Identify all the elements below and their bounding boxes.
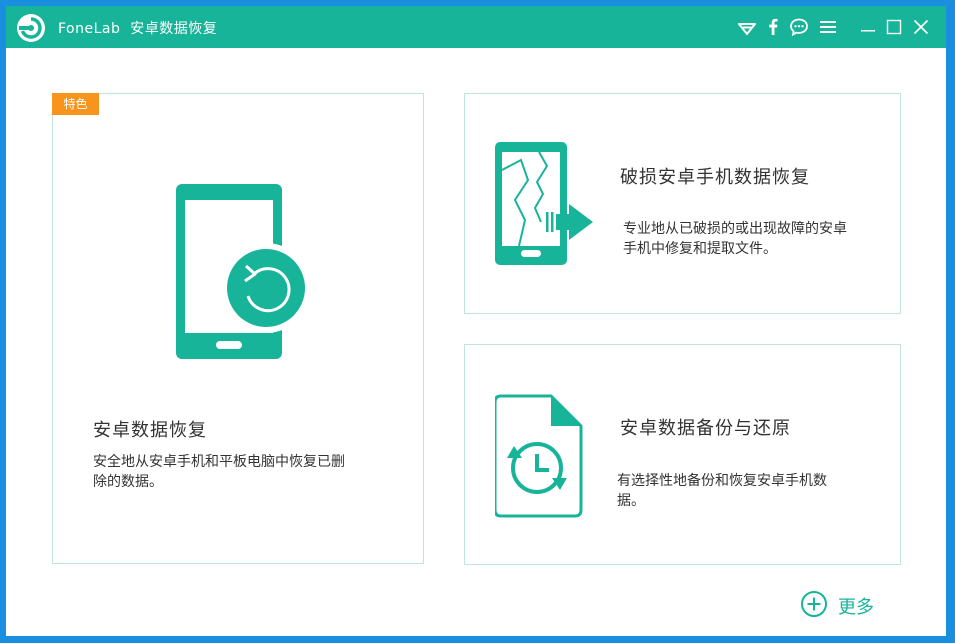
plus-circle-icon xyxy=(801,591,827,617)
android-backup-restore-card[interactable]: 安卓数据备份与还原 有选择性地备份和恢复安卓手机数 据。 xyxy=(464,344,901,565)
card-description: 专业地从已破损的或出现故障的安卓 手机中修复和提取文件。 xyxy=(623,219,847,259)
close-icon[interactable] xyxy=(911,17,931,37)
title-bar: FoneLab 安卓数据恢复 xyxy=(6,6,946,48)
menu-icon[interactable] xyxy=(818,17,838,37)
android-data-recovery-card[interactable]: 特色 安卓数据恢复 安全地从安卓手机和平板电脑中恢复已删 除的数据。 xyxy=(52,93,424,564)
card-description-line: 据。 xyxy=(617,493,645,509)
card-description-line: 有选择性地备份和恢复安卓手机数 xyxy=(617,473,827,489)
wifi-icon[interactable] xyxy=(737,17,757,37)
card-title: 安卓数据备份与还原 xyxy=(620,418,791,439)
phone-recovery-icon xyxy=(176,184,310,359)
card-description: 安全地从安卓手机和平板电脑中恢复已删 除的数据。 xyxy=(93,452,345,492)
window-title: FoneLab 安卓数据恢复 xyxy=(58,18,217,38)
broken-android-recovery-card[interactable]: 破损安卓手机数据恢复 专业地从已破损的或出现故障的安卓 手机中修复和提取文件。 xyxy=(464,93,901,314)
card-title: 破损安卓手机数据恢复 xyxy=(620,167,810,188)
brand-name: FoneLab xyxy=(58,21,121,37)
facebook-icon[interactable] xyxy=(763,17,783,37)
more-label: 更多 xyxy=(838,597,874,618)
card-description-line: 手机中修复和提取文件。 xyxy=(623,241,777,257)
fonelab-logo-icon xyxy=(17,14,45,42)
card-description-line: 除的数据。 xyxy=(93,474,163,490)
minimize-icon[interactable] xyxy=(858,17,878,37)
maximize-icon[interactable] xyxy=(884,17,904,37)
featured-badge: 特色 xyxy=(52,93,99,115)
card-description-line: 安全地从安卓手机和平板电脑中恢复已删 xyxy=(93,454,345,470)
broken-phone-icon xyxy=(495,142,593,265)
chat-icon[interactable] xyxy=(789,17,809,37)
app-title: 安卓数据恢复 xyxy=(130,21,218,37)
card-description: 有选择性地备份和恢复安卓手机数 据。 xyxy=(617,471,827,511)
card-description-line: 专业地从已破损的或出现故障的安卓 xyxy=(623,221,847,237)
card-title: 安卓数据恢复 xyxy=(93,420,207,441)
app-window: FoneLab 安卓数据恢复 特色 安卓数据恢复 安全地从安卓手机和平板电脑中恢… xyxy=(6,6,946,636)
backup-restore-icon xyxy=(495,394,583,518)
